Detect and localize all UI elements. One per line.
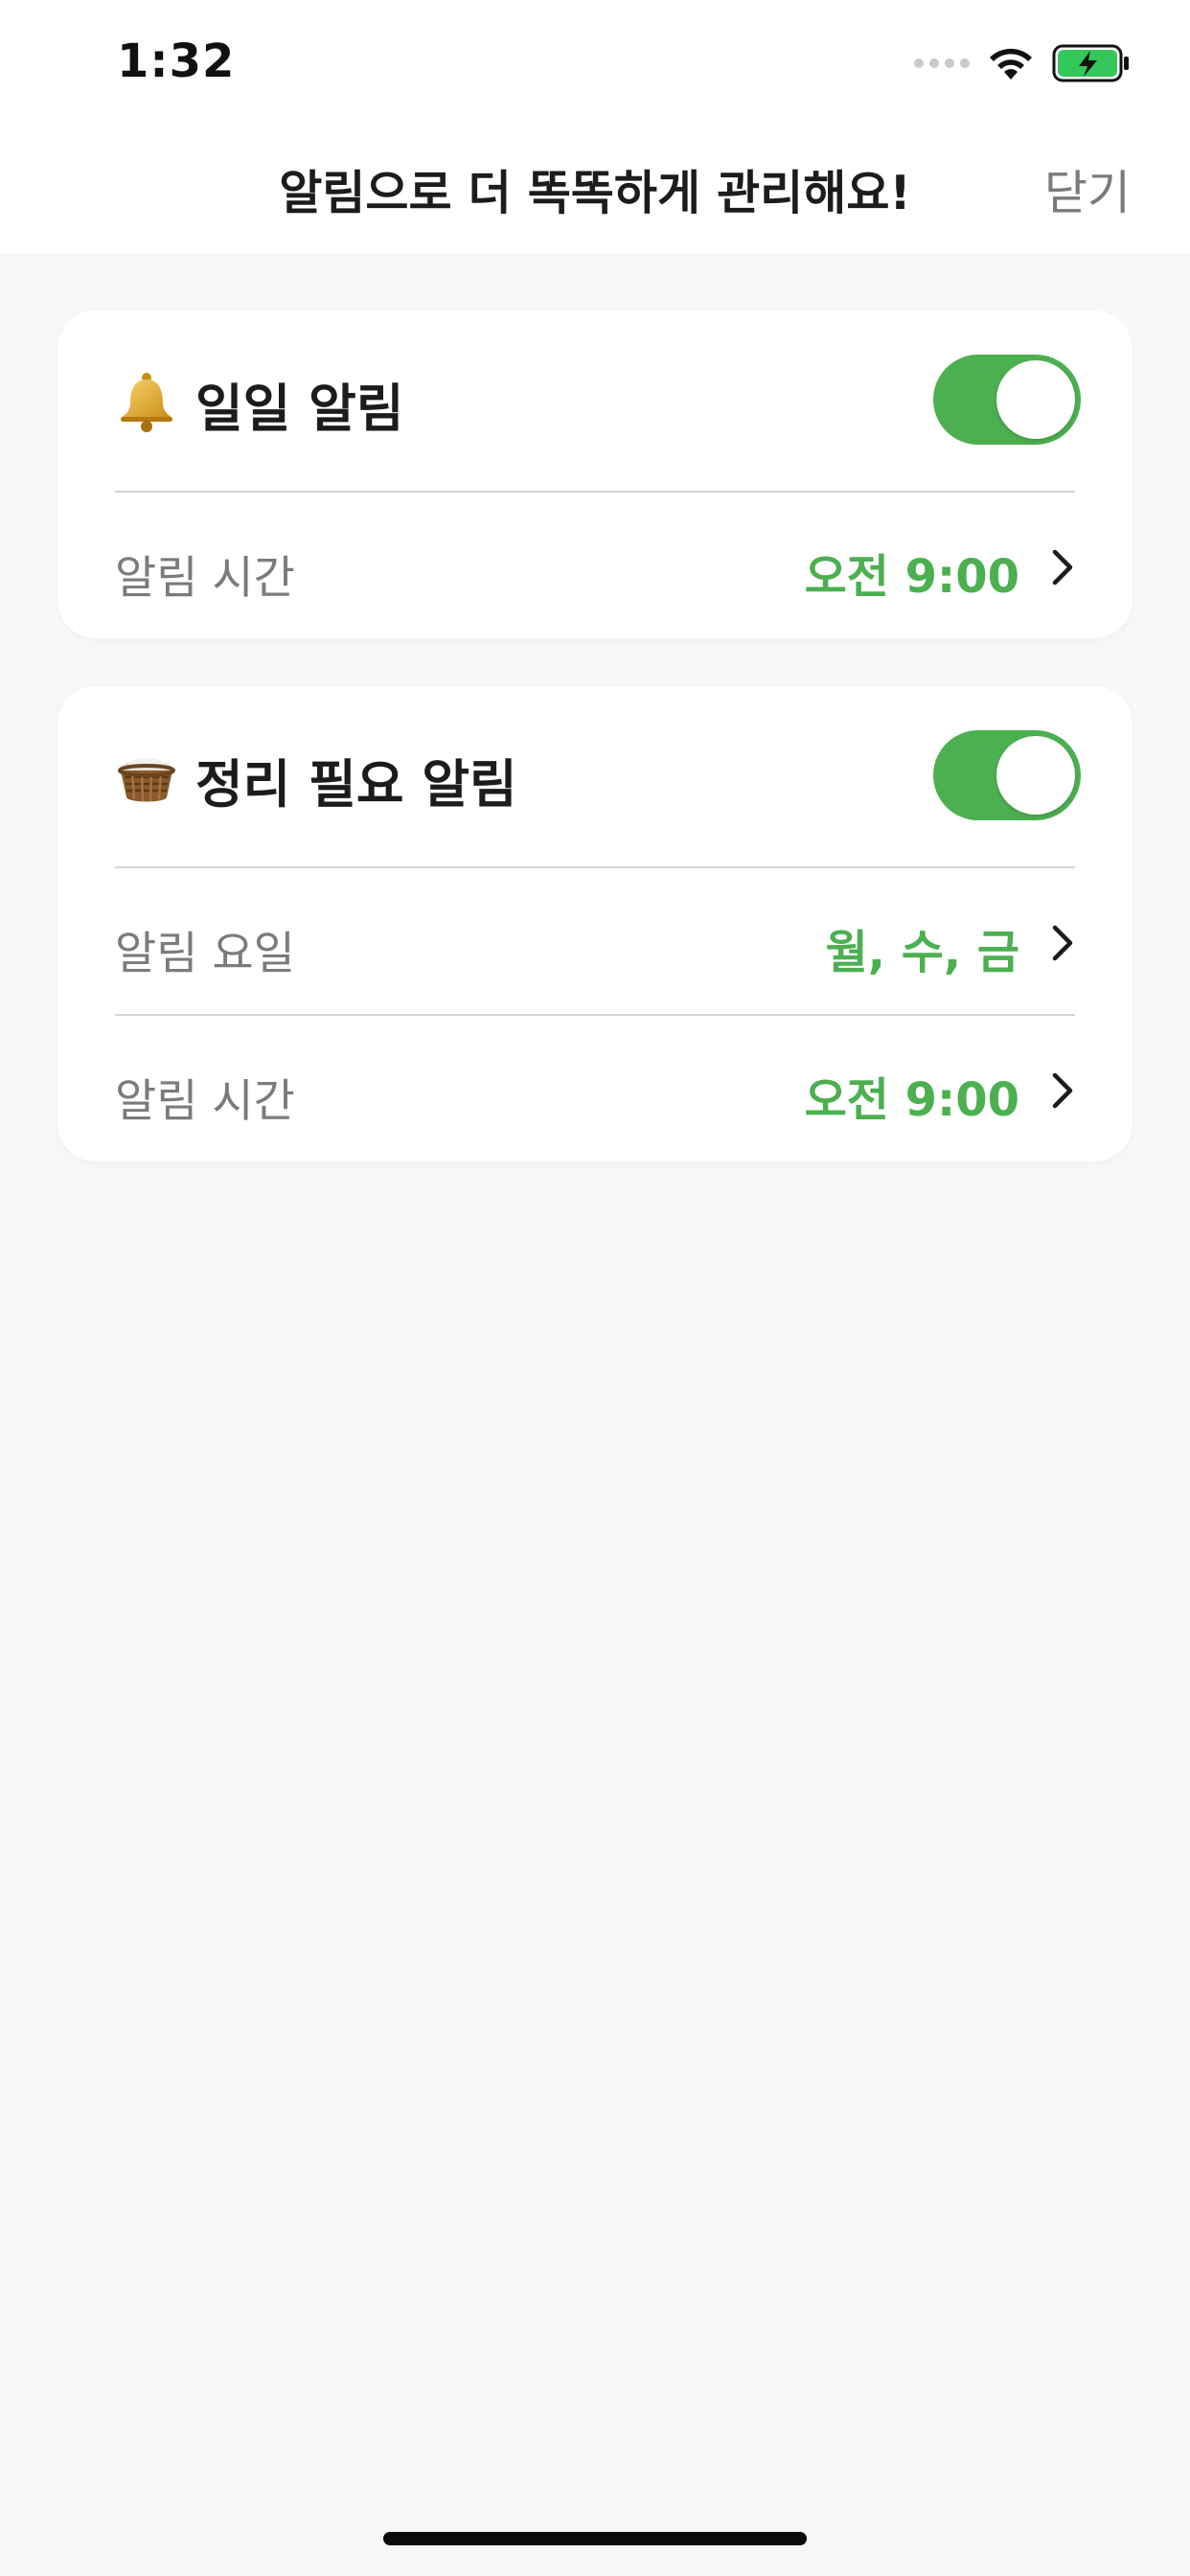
row-value: 오전 9:00 [804,1073,1019,1127]
toggle-knob [996,360,1075,439]
page-title: 알림으로 더 똑똑하게 관리해요! [279,166,911,220]
basket-icon [118,758,175,802]
row-value: 월, 수, 금 [825,926,1019,979]
status-time: 1:32 [117,34,236,88]
battery-charging-icon [1052,44,1129,82]
row-label: 알림 요일 [115,928,295,980]
wifi-icon [990,48,1032,80]
header: 알림으로 더 똑똑하게 관리해요! 닫기 [0,126,1190,253]
chevron-right-icon [1052,1072,1073,1109]
card-title: 일일 알림 [195,379,404,439]
notification-time-row[interactable]: 알림 시간 오전 9:00 [57,1016,1133,1162]
chevron-right-icon [1052,549,1073,586]
notification-time-row[interactable]: 알림 시간 오전 9:00 [57,493,1133,638]
chevron-right-icon [1052,925,1073,961]
notification-day-row[interactable]: 알림 요일 월, 수, 금 [57,868,1133,1014]
daily-notification-card: 일일 알림 알림 시간 오전 9:00 [57,310,1133,638]
row-label: 알림 시간 [115,1075,295,1128]
row-value: 오전 9:00 [804,550,1019,604]
cleanup-notification-card: 정리 필요 알림 알림 요일 월, 수, 금 알림 시간 오전 9:00 [57,686,1133,1162]
status-icons [914,42,1131,84]
cleanup-notification-toggle[interactable] [933,730,1081,820]
status-bar: 1:32 [0,0,1190,126]
toggle-knob [996,736,1075,815]
row-label: 알림 시간 [115,552,295,605]
daily-notification-toggle[interactable] [933,355,1081,445]
close-button[interactable]: 닫기 [1044,155,1131,223]
signal-dots-icon [914,58,970,68]
bell-icon [121,373,172,432]
card-title: 정리 필요 알림 [195,754,517,815]
home-indicator [383,2532,807,2545]
card-header: 일일 알림 [57,310,1133,491]
card-header: 정리 필요 알림 [57,686,1133,866]
